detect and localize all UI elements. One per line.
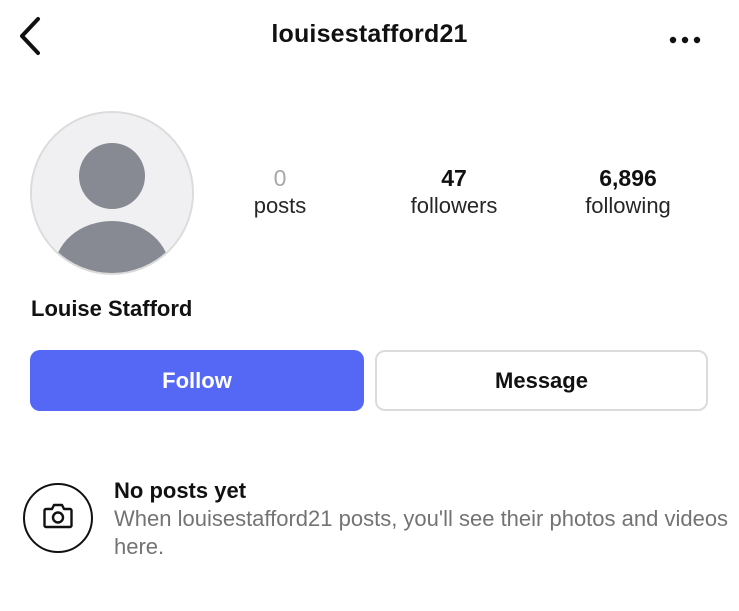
- camera-icon: [43, 503, 73, 534]
- more-options-button[interactable]: [667, 26, 703, 54]
- posts-stat: 0 posts: [205, 164, 355, 220]
- following-stat[interactable]: 6,896 following: [553, 164, 703, 220]
- following-count: 6,896: [599, 165, 657, 191]
- profile-full-name: Louise Stafford: [31, 296, 193, 321]
- page-title: louisestafford21: [271, 20, 468, 48]
- following-label: following: [585, 193, 671, 218]
- empty-state-icon-circle: [23, 483, 93, 553]
- follow-button[interactable]: Follow: [30, 350, 364, 411]
- avatar[interactable]: [30, 111, 194, 275]
- posts-label: posts: [253, 193, 307, 218]
- profile-page: louisestafford21 0 posts 47 followers 6,: [0, 0, 739, 611]
- empty-state-description: When louisestafford21 posts, you'll see …: [114, 506, 729, 559]
- followers-label: followers: [410, 193, 498, 218]
- followers-stat[interactable]: 47 followers: [379, 164, 529, 220]
- empty-state-title: No posts yet: [114, 478, 247, 503]
- message-button[interactable]: Message: [375, 350, 708, 411]
- posts-count: 0: [273, 165, 287, 191]
- more-horizontal-icon: [669, 31, 701, 49]
- default-avatar-icon: [32, 113, 192, 273]
- followers-count: 47: [441, 165, 467, 191]
